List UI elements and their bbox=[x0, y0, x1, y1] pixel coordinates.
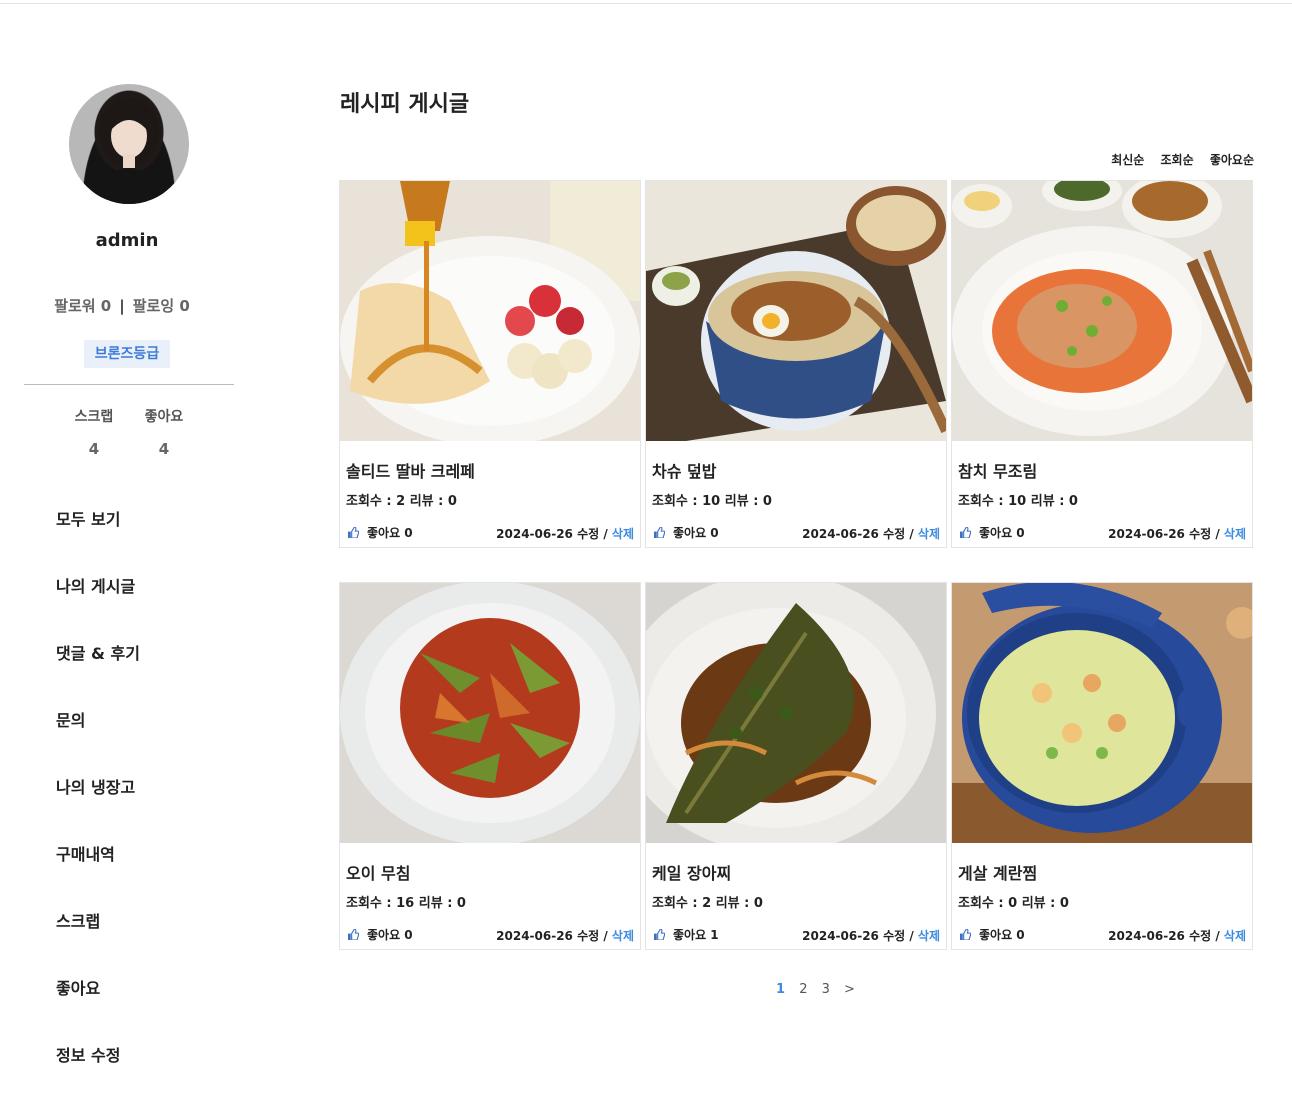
like-count: 4 bbox=[158, 440, 170, 458]
card-date: 2024-06-26 수정 / 삭제 bbox=[802, 927, 940, 944]
like-count: 좋아요 0 bbox=[979, 928, 1025, 942]
card-stats: 조회수 : 2 리뷰 : 0 bbox=[346, 494, 457, 509]
menu-item-inquiry[interactable]: 문의 bbox=[56, 707, 140, 774]
pagination: 1 2 3 > bbox=[776, 982, 865, 997]
profile-sidebar: admin 팔로워 0 | 팔로잉 0 브론즈등급 스크랩 4 좋아요 4 모두 보… bbox=[0, 0, 260, 1098]
thumbs-up-icon bbox=[960, 929, 971, 940]
like-count: 좋아요 0 bbox=[979, 526, 1025, 540]
followers-link[interactable]: 팔로워 0 bbox=[54, 297, 111, 315]
cucumber-salad-food-photo[interactable] bbox=[340, 583, 640, 843]
chashu-bowl-food-photo[interactable] bbox=[646, 181, 946, 441]
follow-stats: 팔로워 0 | 팔로잉 0 bbox=[0, 295, 244, 316]
delete-link[interactable]: 삭제 bbox=[1224, 527, 1246, 541]
sort-options: 최신순 조회순 좋아요순 bbox=[1099, 151, 1254, 168]
crepe-food-photo[interactable] bbox=[340, 181, 640, 441]
page-title: 레시피 게시글 bbox=[340, 92, 470, 117]
page-2-link[interactable]: 2 bbox=[799, 982, 807, 997]
card-stats: 조회수 : 10 리뷰 : 0 bbox=[958, 494, 1078, 509]
page-3-link[interactable]: 3 bbox=[822, 982, 830, 997]
tuna-radish-food-photo[interactable] bbox=[952, 181, 1252, 441]
like-count: 좋아요 1 bbox=[673, 928, 719, 942]
recipe-card[interactable]: 오이 무침 조회수 : 16 리뷰 : 0 좋아요 0 2024-06-26 수… bbox=[339, 582, 641, 950]
delete-link[interactable]: 삭제 bbox=[918, 929, 940, 943]
card-title[interactable]: 오이 무침 bbox=[346, 860, 410, 884]
thumbs-up-icon bbox=[654, 527, 665, 538]
card-date: 2024-06-26 수정 / 삭제 bbox=[496, 525, 634, 542]
like-button[interactable]: 좋아요 1 bbox=[654, 926, 719, 943]
like-label: 좋아요 bbox=[144, 409, 184, 425]
scrap-stat: 스크랩 4 bbox=[64, 406, 124, 458]
recipe-card[interactable]: 차슈 덮밥 조회수 : 10 리뷰 : 0 좋아요 0 2024-06-26 수… bbox=[645, 180, 947, 548]
card-stats: 조회수 : 0 리뷰 : 0 bbox=[958, 896, 1069, 911]
sort-views[interactable]: 조회순 bbox=[1161, 153, 1194, 167]
like-button[interactable]: 좋아요 0 bbox=[348, 926, 413, 943]
card-title[interactable]: 참치 무조림 bbox=[958, 458, 1037, 482]
card-stats: 조회수 : 2 리뷰 : 0 bbox=[652, 896, 763, 911]
recipe-card[interactable]: 케일 장아찌 조회수 : 2 리뷰 : 0 좋아요 1 2024-06-26 수… bbox=[645, 582, 947, 950]
like-button[interactable]: 좋아요 0 bbox=[960, 926, 1025, 943]
card-date: 2024-06-26 수정 / 삭제 bbox=[496, 927, 634, 944]
card-title[interactable]: 솔티드 딸바 크레페 bbox=[346, 458, 475, 482]
card-stats: 조회수 : 10 리뷰 : 0 bbox=[652, 494, 772, 509]
delete-link[interactable]: 삭제 bbox=[612, 929, 634, 943]
avatar[interactable] bbox=[69, 84, 189, 204]
thumbs-up-icon bbox=[348, 527, 359, 538]
date-text: 2024-06-26 수정 / bbox=[802, 929, 918, 943]
like-count: 좋아요 0 bbox=[367, 928, 413, 942]
following-link[interactable]: 팔로잉 0 bbox=[133, 297, 190, 315]
like-count: 좋아요 0 bbox=[673, 526, 719, 540]
date-text: 2024-06-26 수정 / bbox=[1108, 527, 1224, 541]
card-date: 2024-06-26 수정 / 삭제 bbox=[802, 525, 940, 542]
date-text: 2024-06-26 수정 / bbox=[1108, 929, 1224, 943]
recipe-card[interactable]: 참치 무조림 조회수 : 10 리뷰 : 0 좋아요 0 2024-06-26 … bbox=[951, 180, 1253, 548]
thumbs-up-icon bbox=[348, 929, 359, 940]
menu-item-edit-info[interactable]: 정보 수정 bbox=[56, 1042, 140, 1098]
kale-pickle-food-photo[interactable] bbox=[646, 583, 946, 843]
like-button[interactable]: 좋아요 0 bbox=[348, 524, 413, 541]
sidebar-divider bbox=[24, 384, 234, 385]
like-button[interactable]: 좋아요 0 bbox=[960, 524, 1025, 541]
menu-item-my-fridge[interactable]: 나의 냉장고 bbox=[56, 774, 140, 841]
scrap-label: 스크랩 bbox=[74, 409, 114, 425]
thumbs-up-icon bbox=[960, 527, 971, 538]
scrap-count: 4 bbox=[88, 440, 100, 458]
card-title[interactable]: 차슈 덮밥 bbox=[652, 458, 716, 482]
delete-link[interactable]: 삭제 bbox=[1224, 929, 1246, 943]
card-title[interactable]: 게살 계란찜 bbox=[958, 860, 1037, 884]
page-1-link[interactable]: 1 bbox=[776, 982, 785, 997]
username: admin bbox=[95, 230, 159, 251]
sort-likes[interactable]: 좋아요순 bbox=[1210, 153, 1254, 167]
delete-link[interactable]: 삭제 bbox=[612, 527, 634, 541]
date-text: 2024-06-26 수정 / bbox=[496, 527, 612, 541]
card-date: 2024-06-26 수정 / 삭제 bbox=[1108, 525, 1246, 542]
recipe-card[interactable]: 게살 계란찜 조회수 : 0 리뷰 : 0 좋아요 0 2024-06-26 수… bbox=[951, 582, 1253, 950]
card-stats: 조회수 : 16 리뷰 : 0 bbox=[346, 896, 466, 911]
date-text: 2024-06-26 수정 / bbox=[496, 929, 612, 943]
like-count: 좋아요 0 bbox=[367, 526, 413, 540]
recipe-card[interactable]: 솔티드 딸바 크레페 조회수 : 2 리뷰 : 0 좋아요 0 2024-06-… bbox=[339, 180, 641, 548]
menu-item-scrap[interactable]: 스크랩 bbox=[56, 908, 140, 975]
menu-item-purchases[interactable]: 구매내역 bbox=[56, 841, 140, 908]
like-button[interactable]: 좋아요 0 bbox=[654, 524, 719, 541]
menu-item-all[interactable]: 모두 보기 bbox=[56, 506, 140, 573]
menu-item-my-posts[interactable]: 나의 게시글 bbox=[56, 573, 140, 640]
menu-item-comments-reviews[interactable]: 댓글 & 후기 bbox=[56, 640, 140, 707]
delete-link[interactable]: 삭제 bbox=[918, 527, 940, 541]
next-page-link[interactable]: > bbox=[844, 982, 855, 997]
thumbs-up-icon bbox=[654, 929, 665, 940]
follow-separator: | bbox=[119, 297, 125, 315]
card-title[interactable]: 케일 장아찌 bbox=[652, 860, 731, 884]
crab-egg-food-photo[interactable] bbox=[952, 583, 1252, 843]
date-text: 2024-06-26 수정 / bbox=[802, 527, 918, 541]
like-stat: 좋아요 4 bbox=[134, 406, 194, 458]
card-date: 2024-06-26 수정 / 삭제 bbox=[1108, 927, 1246, 944]
sort-latest[interactable]: 최신순 bbox=[1111, 153, 1144, 167]
sidebar-menu: 모두 보기 나의 게시글 댓글 & 후기 문의 나의 냉장고 구매내역 스크랩 … bbox=[56, 506, 140, 1098]
grade-badge: 브론즈등급 bbox=[84, 340, 170, 368]
menu-item-likes[interactable]: 좋아요 bbox=[56, 975, 140, 1042]
